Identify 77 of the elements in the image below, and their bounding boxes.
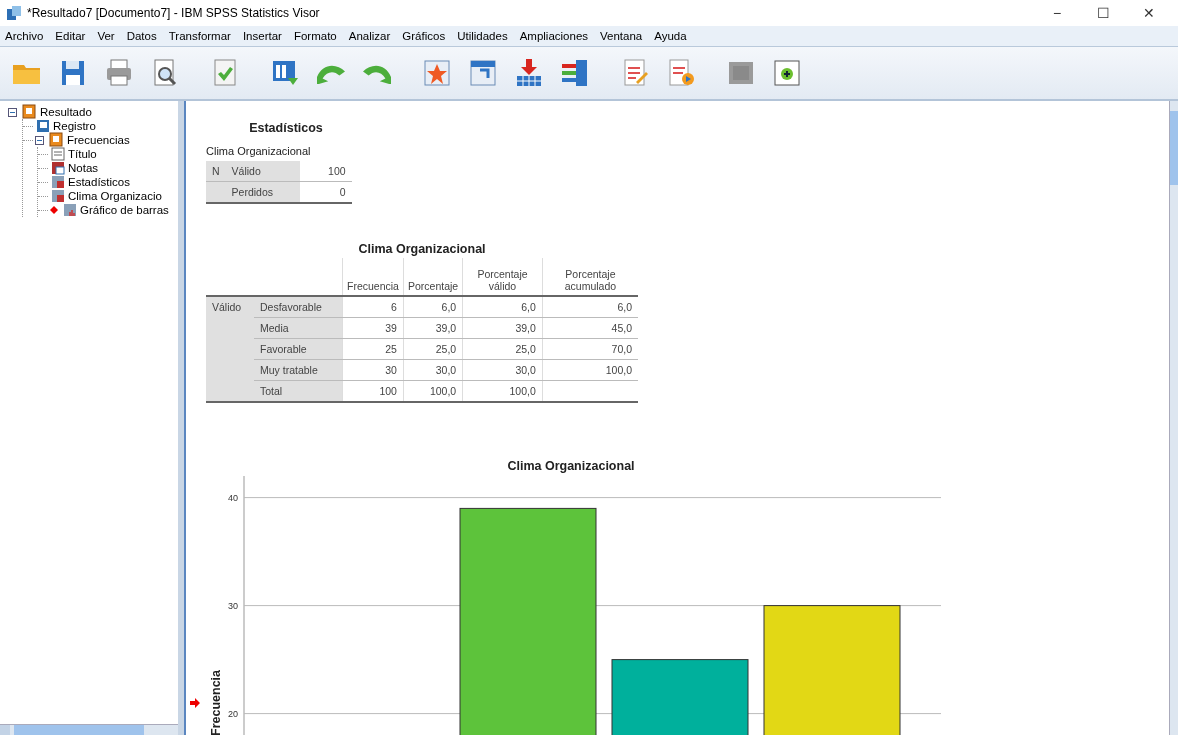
group-label: N: [212, 165, 220, 177]
chart-icon: [62, 202, 78, 218]
outline-item[interactable]: Estadísticos: [68, 176, 130, 188]
minimize-button[interactable]: −: [1034, 5, 1080, 21]
menu-item[interactable]: Formato: [288, 30, 344, 42]
menu-item[interactable]: Editar: [50, 30, 93, 42]
outline-item[interactable]: Registro: [53, 120, 96, 132]
menu-item[interactable]: Gráficos: [397, 30, 453, 42]
maximize-button[interactable]: ☐: [1080, 5, 1126, 21]
vertical-scrollbar[interactable]: [1169, 101, 1178, 735]
table-cell: 25: [385, 343, 397, 355]
table-title: Clima Organizacional: [357, 242, 487, 256]
table-icon: [50, 188, 66, 204]
axis-tick-label: 40: [228, 492, 238, 503]
table-cell: 30,0: [435, 364, 457, 376]
table-cell: 30,0: [515, 364, 536, 376]
menu-item[interactable]: Transformar: [163, 30, 238, 42]
table-cell: 6: [391, 301, 397, 313]
table-cell: 100: [379, 385, 397, 397]
menu-item[interactable]: Ampliaciones: [514, 30, 596, 42]
table-cell: 39,0: [515, 322, 536, 334]
table-cell: 0: [339, 186, 346, 198]
outline-item[interactable]: Clima Organizacio: [68, 190, 162, 202]
outline-item[interactable]: Título: [68, 148, 97, 160]
table-cell: 6,0: [441, 301, 457, 313]
row-label: Favorable: [260, 343, 307, 355]
outline-item[interactable]: Gráfico de barras: [80, 204, 169, 216]
document-icon: [50, 146, 66, 162]
outline-item[interactable]: Resultado: [40, 106, 92, 118]
column-header: Frecuencia: [347, 280, 399, 292]
table-cell: 100: [328, 165, 346, 177]
row-label: Válido: [231, 165, 261, 177]
menu-item[interactable]: Archivo: [0, 30, 51, 42]
group-label: Válido: [212, 301, 242, 314]
table-cell: 100,0: [509, 385, 536, 397]
collapse-toggle[interactable]: [35, 135, 44, 145]
table-cell: 45,0: [611, 322, 632, 334]
outline-item[interactable]: Frecuencias: [67, 134, 130, 146]
table-cell: 100,0: [429, 385, 457, 397]
column-header: Porcentaje válido: [477, 268, 528, 292]
table-cell: 30: [385, 364, 397, 376]
axis-tick-label: 30: [228, 600, 238, 611]
menu-item[interactable]: Insertar: [237, 30, 289, 42]
chart-title: Clima Organizacional: [507, 459, 635, 473]
row-label: Total: [260, 385, 283, 397]
table-cell: 6,0: [617, 301, 632, 313]
table-icon: [50, 174, 66, 190]
collapse-toggle[interactable]: [8, 107, 17, 117]
column-header: Porcentaje: [407, 280, 459, 292]
row-label: Perdidos: [231, 186, 274, 198]
close-button[interactable]: ✕: [1126, 5, 1172, 21]
notes-icon: [50, 160, 66, 176]
table-cell: 25,0: [435, 343, 457, 355]
menu-item[interactable]: Datos: [121, 30, 164, 42]
table-cell: 39: [385, 322, 397, 334]
row-label: Media: [260, 322, 289, 334]
menu-item[interactable]: Analizar: [343, 30, 398, 42]
axis-tick-label: 20: [228, 708, 238, 719]
table-cell: 100,0: [605, 364, 632, 376]
row-label: Muy tratable: [260, 364, 318, 376]
window-title: *Resultado7 [Documento7] - IBM SPSS Statistics Visor: [27, 6, 321, 20]
table-cell: 6,0: [521, 301, 536, 313]
table-cell: 25,0: [515, 343, 536, 355]
row-label: Desfavorable: [260, 301, 322, 313]
menu-item[interactable]: Ventana: [595, 30, 650, 42]
menu-item[interactable]: Ver: [92, 30, 122, 42]
table-cell: 39,0: [435, 322, 457, 334]
axis-title: Frecuencia: [209, 670, 223, 735]
table-title: Estadísticos: [248, 121, 324, 135]
column-header: Porcentaje acumulado: [564, 268, 617, 292]
menu-item[interactable]: Utilidades: [452, 30, 515, 42]
app-icon: [6, 5, 22, 21]
table-subtitle: Clima Organizacional: [206, 145, 312, 157]
horizontal-scrollbar[interactable]: [0, 724, 178, 735]
outline-item[interactable]: Notas: [68, 162, 99, 174]
table-cell: 70,0: [611, 343, 632, 355]
menu-item[interactable]: Ayuda: [649, 30, 694, 42]
